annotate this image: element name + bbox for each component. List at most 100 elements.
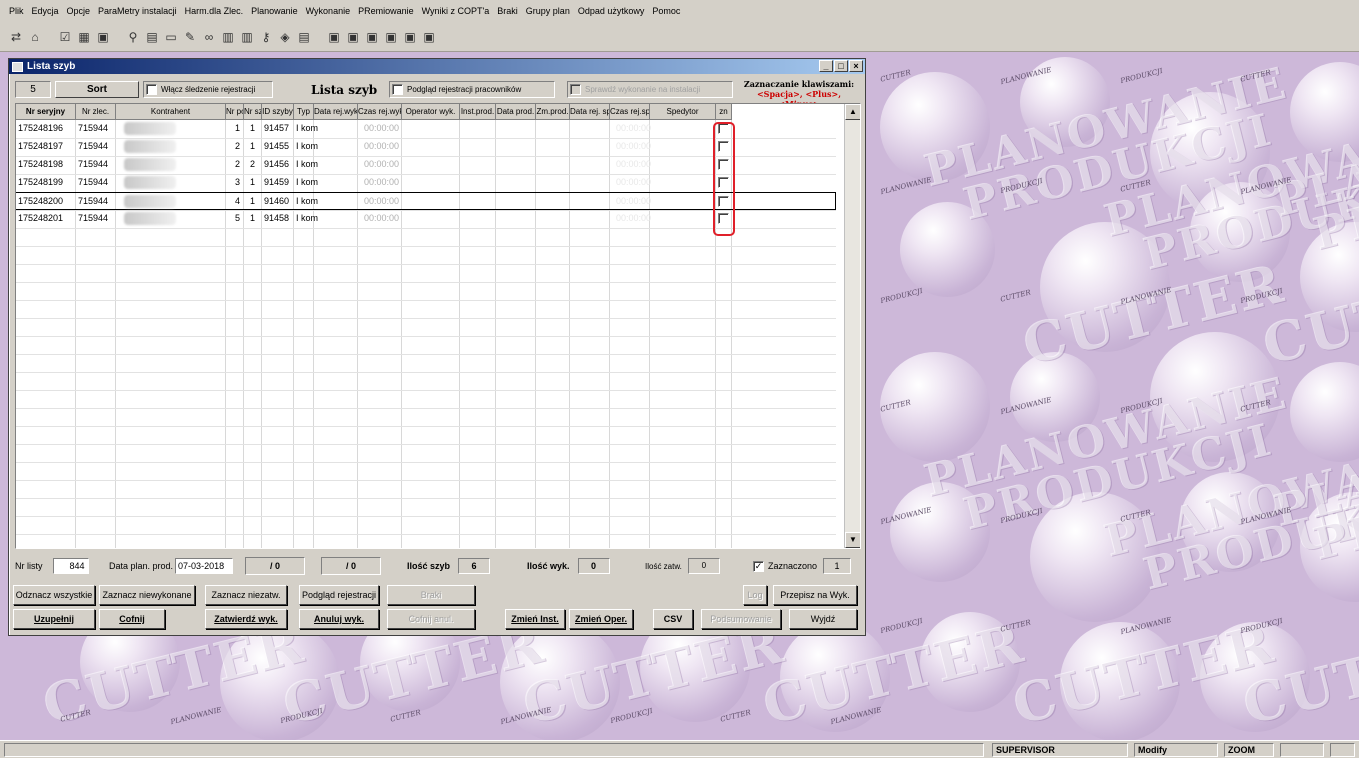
page-icon[interactable]: ▭ [163, 29, 179, 45]
position-cell: 1 [235, 123, 241, 133]
report2-icon[interactable]: ▥ [239, 29, 255, 45]
zaznacz-niezatw-button[interactable]: Zaznacz niezatw. [205, 585, 287, 605]
cofnij-button[interactable]: Cofnij [99, 609, 165, 629]
document-icon[interactable]: ▤ [144, 29, 160, 45]
pencil-icon[interactable]: ✎ [182, 29, 198, 45]
position-cell: 3 [235, 177, 241, 187]
window-icon[interactable]: ▣ [326, 29, 342, 45]
anuluj-button[interactable]: Anuluj wyk. [299, 609, 379, 629]
position-cell: 2 [235, 159, 241, 169]
column-header[interactable]: Data rej.wyk. [314, 104, 358, 120]
menu-item[interactable]: Planowanie [250, 6, 299, 16]
wlacz-sledzenie-checkbox[interactable]: Włącz śledzenie rejestracji [143, 81, 273, 98]
column-header[interactable]: Czas rej.wyk. [358, 104, 402, 120]
podsumowanie-button[interactable]: Podsumowanie [701, 609, 781, 629]
column-header[interactable]: Nr szt. [244, 104, 262, 120]
zatwierdz-button[interactable]: Zatwierdź wyk. [205, 609, 287, 629]
column-header[interactable]: Operator wyk. [402, 104, 460, 120]
podglad-rejestracji-button[interactable]: Podgląd rejestracji [299, 585, 379, 605]
grid-line [16, 426, 836, 427]
report-icon[interactable]: ▥ [220, 29, 236, 45]
glass-id-cell: 91460 [264, 196, 290, 206]
zmien-oper-button[interactable]: Zmień Oper. [569, 609, 633, 629]
screen-icon[interactable]: ▣ [95, 29, 111, 45]
type-cell: I kom [296, 196, 319, 206]
wlacz-label: Włącz śledzenie rejestracji [161, 85, 256, 94]
column-header[interactable]: Nr zlec. [76, 104, 116, 120]
column-header[interactable]: Typ [294, 104, 314, 120]
window6-icon[interactable]: ▣ [421, 29, 437, 45]
scroll-down-arrow[interactable]: ▼ [845, 532, 860, 548]
column-header[interactable]: Nr seryjny [16, 104, 76, 120]
lista-szyb-window: Lista szyb _ □ × 5 Sort Włącz śledzenie … [8, 58, 866, 636]
print-icon[interactable]: ▤ [296, 29, 312, 45]
binoculars-icon[interactable]: ∞ [201, 29, 217, 45]
column-header[interactable]: Czas rej.sp. [610, 104, 650, 120]
ilosc-zatw-label: Ilość zatw. [645, 561, 682, 571]
zaznacz-niewykonane-button[interactable]: Zaznacz niewykonane [99, 585, 195, 605]
home-icon[interactable]: ⌂ [27, 29, 43, 45]
close-button[interactable]: × [849, 60, 863, 72]
minimize-button[interactable]: _ [819, 60, 833, 72]
window4-icon[interactable]: ▣ [383, 29, 399, 45]
column-header[interactable]: Spedytor [650, 104, 716, 120]
column-header[interactable]: Zm.prod. [536, 104, 570, 120]
maximize-button[interactable]: □ [834, 60, 848, 72]
uzupelnij-button[interactable]: Uzupełnij [13, 609, 95, 629]
vertical-scrollbar[interactable]: ▲ ▼ [844, 104, 860, 548]
csv-button[interactable]: CSV [653, 609, 693, 629]
grid-icon[interactable]: ▦ [76, 29, 92, 45]
ilosc-zatw-field: Ilość zatw. 0 [645, 557, 720, 575]
column-header[interactable]: Inst.prod. [460, 104, 496, 120]
wlacz-check[interactable] [146, 84, 157, 95]
column-header[interactable]: Data prod. [496, 104, 536, 120]
watermark-text: PRODUKCJI [879, 616, 924, 636]
log-button[interactable]: Log [743, 585, 767, 605]
menu-item[interactable]: Opcje [66, 6, 92, 16]
wyjdz-button[interactable]: Wyjdź [789, 609, 857, 629]
menu-item[interactable]: Edycja [31, 6, 60, 16]
sprawdz-checkbox[interactable]: Sprawdź wykonanie na instalacji [567, 81, 733, 98]
ilosc-zatw-value: 0 [687, 558, 720, 574]
column-header[interactable]: Data rej. sp. [570, 104, 610, 120]
menu-item[interactable]: Pomoc [651, 6, 681, 16]
piece-cell: 1 [250, 177, 256, 187]
przepisz-button[interactable]: Przepisz na Wyk. [773, 585, 857, 605]
tag-icon[interactable]: ◈ [277, 29, 293, 45]
column-header[interactable]: Nr poz [226, 104, 244, 120]
menu-item[interactable]: Wyniki z COPT'a [421, 6, 491, 16]
sort-button[interactable]: Sort [55, 81, 139, 98]
cofnij-anul-button[interactable]: Cofnij anul. [387, 609, 475, 629]
data-plan-input[interactable]: 07-03-2018 [175, 558, 234, 574]
menu-item[interactable]: Braki [496, 6, 519, 16]
open-icon[interactable]: ⇄ [8, 29, 24, 45]
menu-bar: Plik Edycja Opcje ParaMetry instalacji Harm.… [0, 0, 1359, 22]
braki-button[interactable]: Braki [387, 585, 475, 605]
menu-item[interactable]: Grupy plan [525, 6, 571, 16]
podglad-label: Podgląd rejestracji pracowników [407, 85, 522, 94]
serial-cell: 175248199 [18, 177, 64, 187]
search-icon[interactable]: ⚲ [125, 29, 141, 45]
sprawdz-check[interactable] [570, 84, 581, 95]
window3-icon[interactable]: ▣ [364, 29, 380, 45]
column-header[interactable]: zn [716, 104, 732, 120]
odznacz-wszystkie-button[interactable]: Odznacz wszystkie [13, 585, 95, 605]
zmien-inst-button[interactable]: Zmień Inst. [505, 609, 565, 629]
menu-item[interactable]: Odpad użytkowy [577, 6, 646, 16]
menu-item[interactable]: PRemiowanie [357, 6, 415, 16]
menu-item[interactable]: Wykonanie [305, 6, 351, 16]
column-header[interactable]: ID szyby [262, 104, 294, 120]
key-icon[interactable]: ⚷ [258, 29, 274, 45]
column-header[interactable]: Kontrahent [116, 104, 226, 120]
podglad-check[interactable] [392, 84, 403, 95]
checkbox-icon[interactable]: ☑ [57, 29, 73, 45]
menu-item[interactable]: ParaMetry instalacji [97, 6, 178, 16]
zaznaczono-check[interactable]: ✓ [753, 560, 764, 572]
type-cell: I kom [296, 141, 319, 151]
podglad-checkbox[interactable]: Podgląd rejestracji pracowników [389, 81, 555, 98]
scroll-up-arrow[interactable]: ▲ [845, 104, 860, 120]
window2-icon[interactable]: ▣ [345, 29, 361, 45]
menu-item[interactable]: Plik [8, 6, 25, 16]
window5-icon[interactable]: ▣ [402, 29, 418, 45]
menu-item[interactable]: Harm.dla Zlec. [184, 6, 245, 16]
